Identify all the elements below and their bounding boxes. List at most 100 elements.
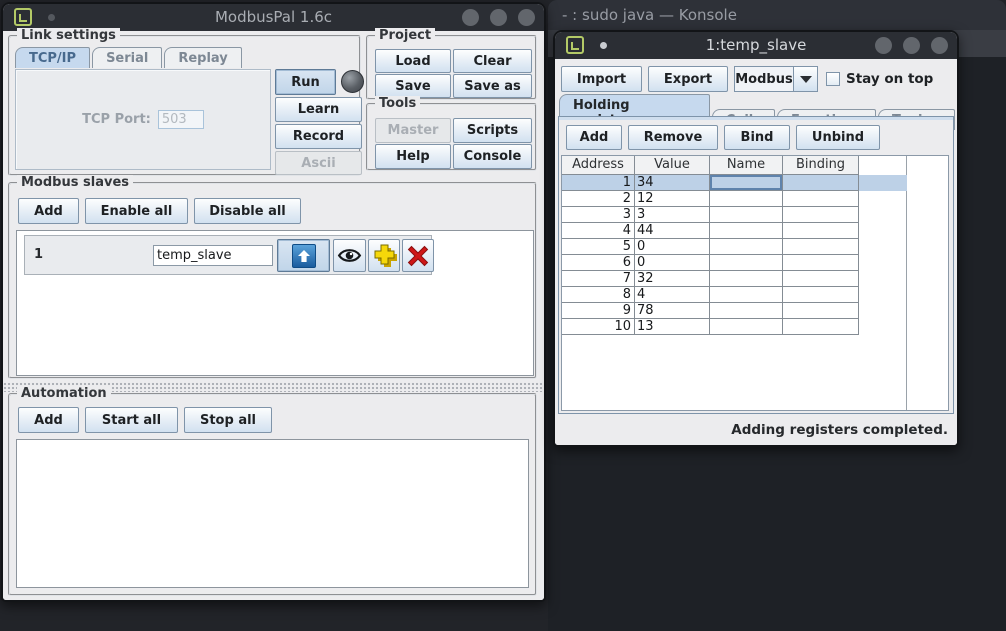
slave-row[interactable]: 1	[24, 235, 432, 275]
table-row[interactable]: 6 0	[562, 255, 907, 271]
register-add-button[interactable]: Add	[566, 125, 622, 150]
slave-enabled-toggle[interactable]	[277, 239, 330, 272]
save-as-button[interactable]: Save as	[453, 74, 532, 98]
slave-add-button[interactable]: Add	[18, 198, 79, 224]
cell-address[interactable]: 9	[562, 303, 635, 319]
clear-button[interactable]: Clear	[453, 49, 532, 73]
tab-tcpip[interactable]: TCP/IP	[15, 47, 90, 68]
cell-name[interactable]	[710, 175, 783, 191]
cell-name[interactable]	[710, 319, 783, 335]
automation-add-button[interactable]: Add	[18, 407, 79, 433]
konsole-titlebar[interactable]: - : sudo java — Konsole	[548, 0, 1006, 30]
cell-address[interactable]: 7	[562, 271, 635, 287]
slave-name-field[interactable]	[153, 245, 273, 266]
cell-binding[interactable]	[783, 271, 859, 287]
minimize-button[interactable]	[462, 9, 479, 26]
scripts-button[interactable]: Scripts	[453, 118, 532, 143]
cell-address[interactable]: 8	[562, 287, 635, 303]
cell-name[interactable]	[710, 255, 783, 271]
cell-name[interactable]	[710, 207, 783, 223]
cell-binding[interactable]	[783, 191, 859, 207]
table-row[interactable]: 4 44	[562, 223, 907, 239]
table-row[interactable]: 3 3	[562, 207, 907, 223]
cell-value[interactable]: 12	[635, 191, 710, 207]
tab-serial[interactable]: Serial	[92, 47, 162, 68]
cell-address[interactable]: 6	[562, 255, 635, 271]
cell-address[interactable]: 5	[562, 239, 635, 255]
import-button[interactable]: Import	[561, 66, 642, 92]
table-row[interactable]: 7 32	[562, 271, 907, 287]
cell-name[interactable]	[710, 287, 783, 303]
automation-list	[16, 439, 529, 588]
cell-binding[interactable]	[783, 255, 859, 271]
cell-address[interactable]: 3	[562, 207, 635, 223]
cell-binding[interactable]	[783, 207, 859, 223]
enable-all-button[interactable]: Enable all	[85, 198, 188, 224]
register-remove-button[interactable]: Remove	[628, 125, 718, 150]
cell-binding[interactable]	[783, 175, 859, 191]
cell-name[interactable]	[710, 223, 783, 239]
modbus-combobox[interactable]: Modbus	[734, 66, 818, 92]
close-button[interactable]	[931, 37, 948, 54]
console-button[interactable]: Console	[453, 144, 532, 169]
minimize-button[interactable]	[875, 37, 892, 54]
modbuspal-titlebar[interactable]: ModbusPal 1.6c	[3, 4, 544, 31]
cell-value[interactable]: 78	[635, 303, 710, 319]
slave-view-button[interactable]	[333, 239, 366, 272]
cell-binding[interactable]	[783, 303, 859, 319]
maximize-button[interactable]	[490, 9, 507, 26]
cell-binding[interactable]	[783, 319, 859, 335]
table-row[interactable]: 8 4	[562, 287, 907, 303]
tab-replay[interactable]: Replay	[164, 47, 241, 68]
stop-all-button[interactable]: Stop all	[184, 407, 272, 433]
cell-binding[interactable]	[783, 239, 859, 255]
cell-value[interactable]: 0	[635, 255, 710, 271]
col-header-address[interactable]: Address	[562, 156, 635, 175]
cell-value[interactable]: 32	[635, 271, 710, 287]
cell-name[interactable]	[710, 271, 783, 287]
combo-dropdown-button[interactable]	[794, 66, 818, 92]
start-all-button[interactable]: Start all	[85, 407, 178, 433]
link-settings-group: Link settings TCP/IP Serial Replay TCP P…	[8, 35, 361, 176]
cell-binding[interactable]	[783, 223, 859, 239]
cell-value[interactable]: 13	[635, 319, 710, 335]
slave-editor-titlebar[interactable]: 1:temp_slave	[555, 32, 957, 59]
cell-name[interactable]	[710, 191, 783, 207]
cell-address[interactable]: 2	[562, 191, 635, 207]
cell-value[interactable]: 44	[635, 223, 710, 239]
cell-address[interactable]: 1	[562, 175, 635, 191]
run-button[interactable]: Run	[275, 69, 336, 95]
tcp-port-field[interactable]	[158, 110, 204, 129]
cell-value[interactable]: 0	[635, 239, 710, 255]
cell-value[interactable]: 34	[635, 175, 710, 191]
learn-button[interactable]: Learn	[275, 97, 362, 122]
save-button[interactable]: Save	[375, 74, 451, 98]
cell-name[interactable]	[710, 303, 783, 319]
cell-name[interactable]	[710, 239, 783, 255]
cell-address[interactable]: 4	[562, 223, 635, 239]
table-row[interactable]: 9 78	[562, 303, 907, 319]
load-button[interactable]: Load	[375, 49, 451, 73]
close-button[interactable]	[518, 9, 535, 26]
cell-value[interactable]: 4	[635, 287, 710, 303]
register-bind-button[interactable]: Bind	[724, 125, 790, 150]
cell-address[interactable]: 10	[562, 319, 635, 335]
record-button[interactable]: Record	[275, 124, 362, 149]
slave-duplicate-button[interactable]	[368, 239, 400, 272]
table-row[interactable]: 10 13	[562, 319, 907, 335]
table-row[interactable]: 2 12	[562, 191, 907, 207]
table-row[interactable]: 5 0	[562, 239, 907, 255]
disable-all-button[interactable]: Disable all	[194, 198, 301, 224]
maximize-button[interactable]	[903, 37, 920, 54]
register-unbind-button[interactable]: Unbind	[796, 125, 880, 150]
col-header-binding[interactable]: Binding	[783, 156, 859, 175]
col-header-value[interactable]: Value	[635, 156, 710, 175]
export-button[interactable]: Export	[648, 66, 728, 92]
help-button[interactable]: Help	[375, 144, 451, 169]
table-row[interactable]: 1 34	[562, 175, 907, 191]
cell-binding[interactable]	[783, 287, 859, 303]
stay-on-top-checkbox[interactable]	[826, 72, 840, 86]
cell-value[interactable]: 3	[635, 207, 710, 223]
col-header-name[interactable]: Name	[710, 156, 783, 175]
slave-delete-button[interactable]	[402, 239, 434, 272]
